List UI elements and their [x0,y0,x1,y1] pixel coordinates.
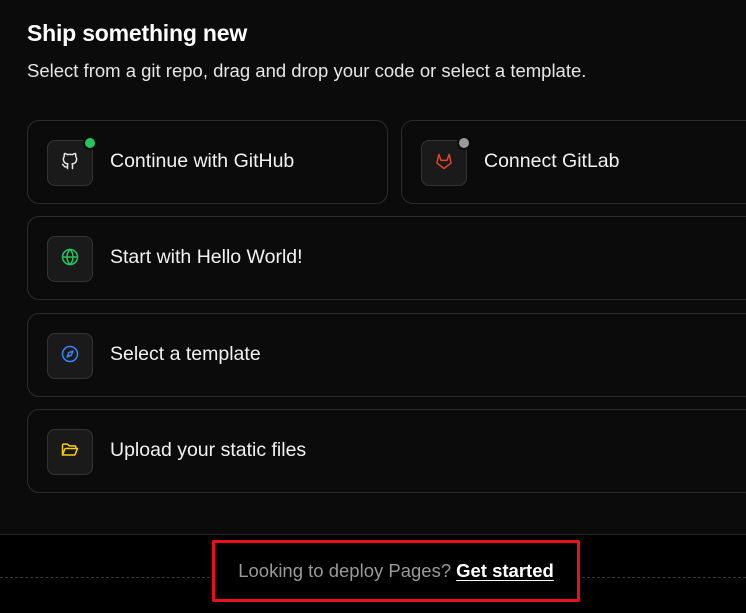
hello-world-label: Start with Hello World! [110,246,303,268]
github-icon-box [47,136,97,186]
connect-gitlab-button[interactable]: Connect GitLab [401,120,746,204]
start-with-hello-world-button[interactable]: Start with Hello World! [27,216,746,300]
continue-with-github-button[interactable]: Continue with GitHub [27,120,388,204]
folder-open-icon [60,440,80,465]
globe-icon [60,247,80,272]
pages-prompt-text: Looking to deploy Pages? [238,560,452,581]
gitlab-icon-box [421,136,471,186]
upload-static-files-button[interactable]: Upload your static files [27,409,746,493]
github-icon [60,151,80,176]
gitlab-status-dot [457,136,471,150]
dashed-divider-left [0,577,210,578]
folder-icon-box [47,429,93,475]
gitlab-icon [434,151,454,176]
template-label: Select a template [110,343,261,365]
gitlab-label: Connect GitLab [484,150,620,172]
globe-icon-box [47,236,93,282]
page-title: Ship something new [27,20,248,46]
dashed-divider-right [582,577,746,578]
compass-icon [60,344,80,369]
pages-callout-highlight: Looking to deploy Pages? Get started [212,540,580,602]
compass-icon-box [47,333,93,379]
deploy-panel: Ship something new Select from a git rep… [0,0,746,534]
github-label: Continue with GitHub [110,150,295,172]
upload-label: Upload your static files [110,439,307,461]
github-connected-status-dot [83,136,97,150]
get-started-link[interactable]: Get started [456,560,554,582]
page-subtitle: Select from a git repo, drag and drop yo… [27,60,587,81]
select-template-button[interactable]: Select a template [27,313,746,397]
